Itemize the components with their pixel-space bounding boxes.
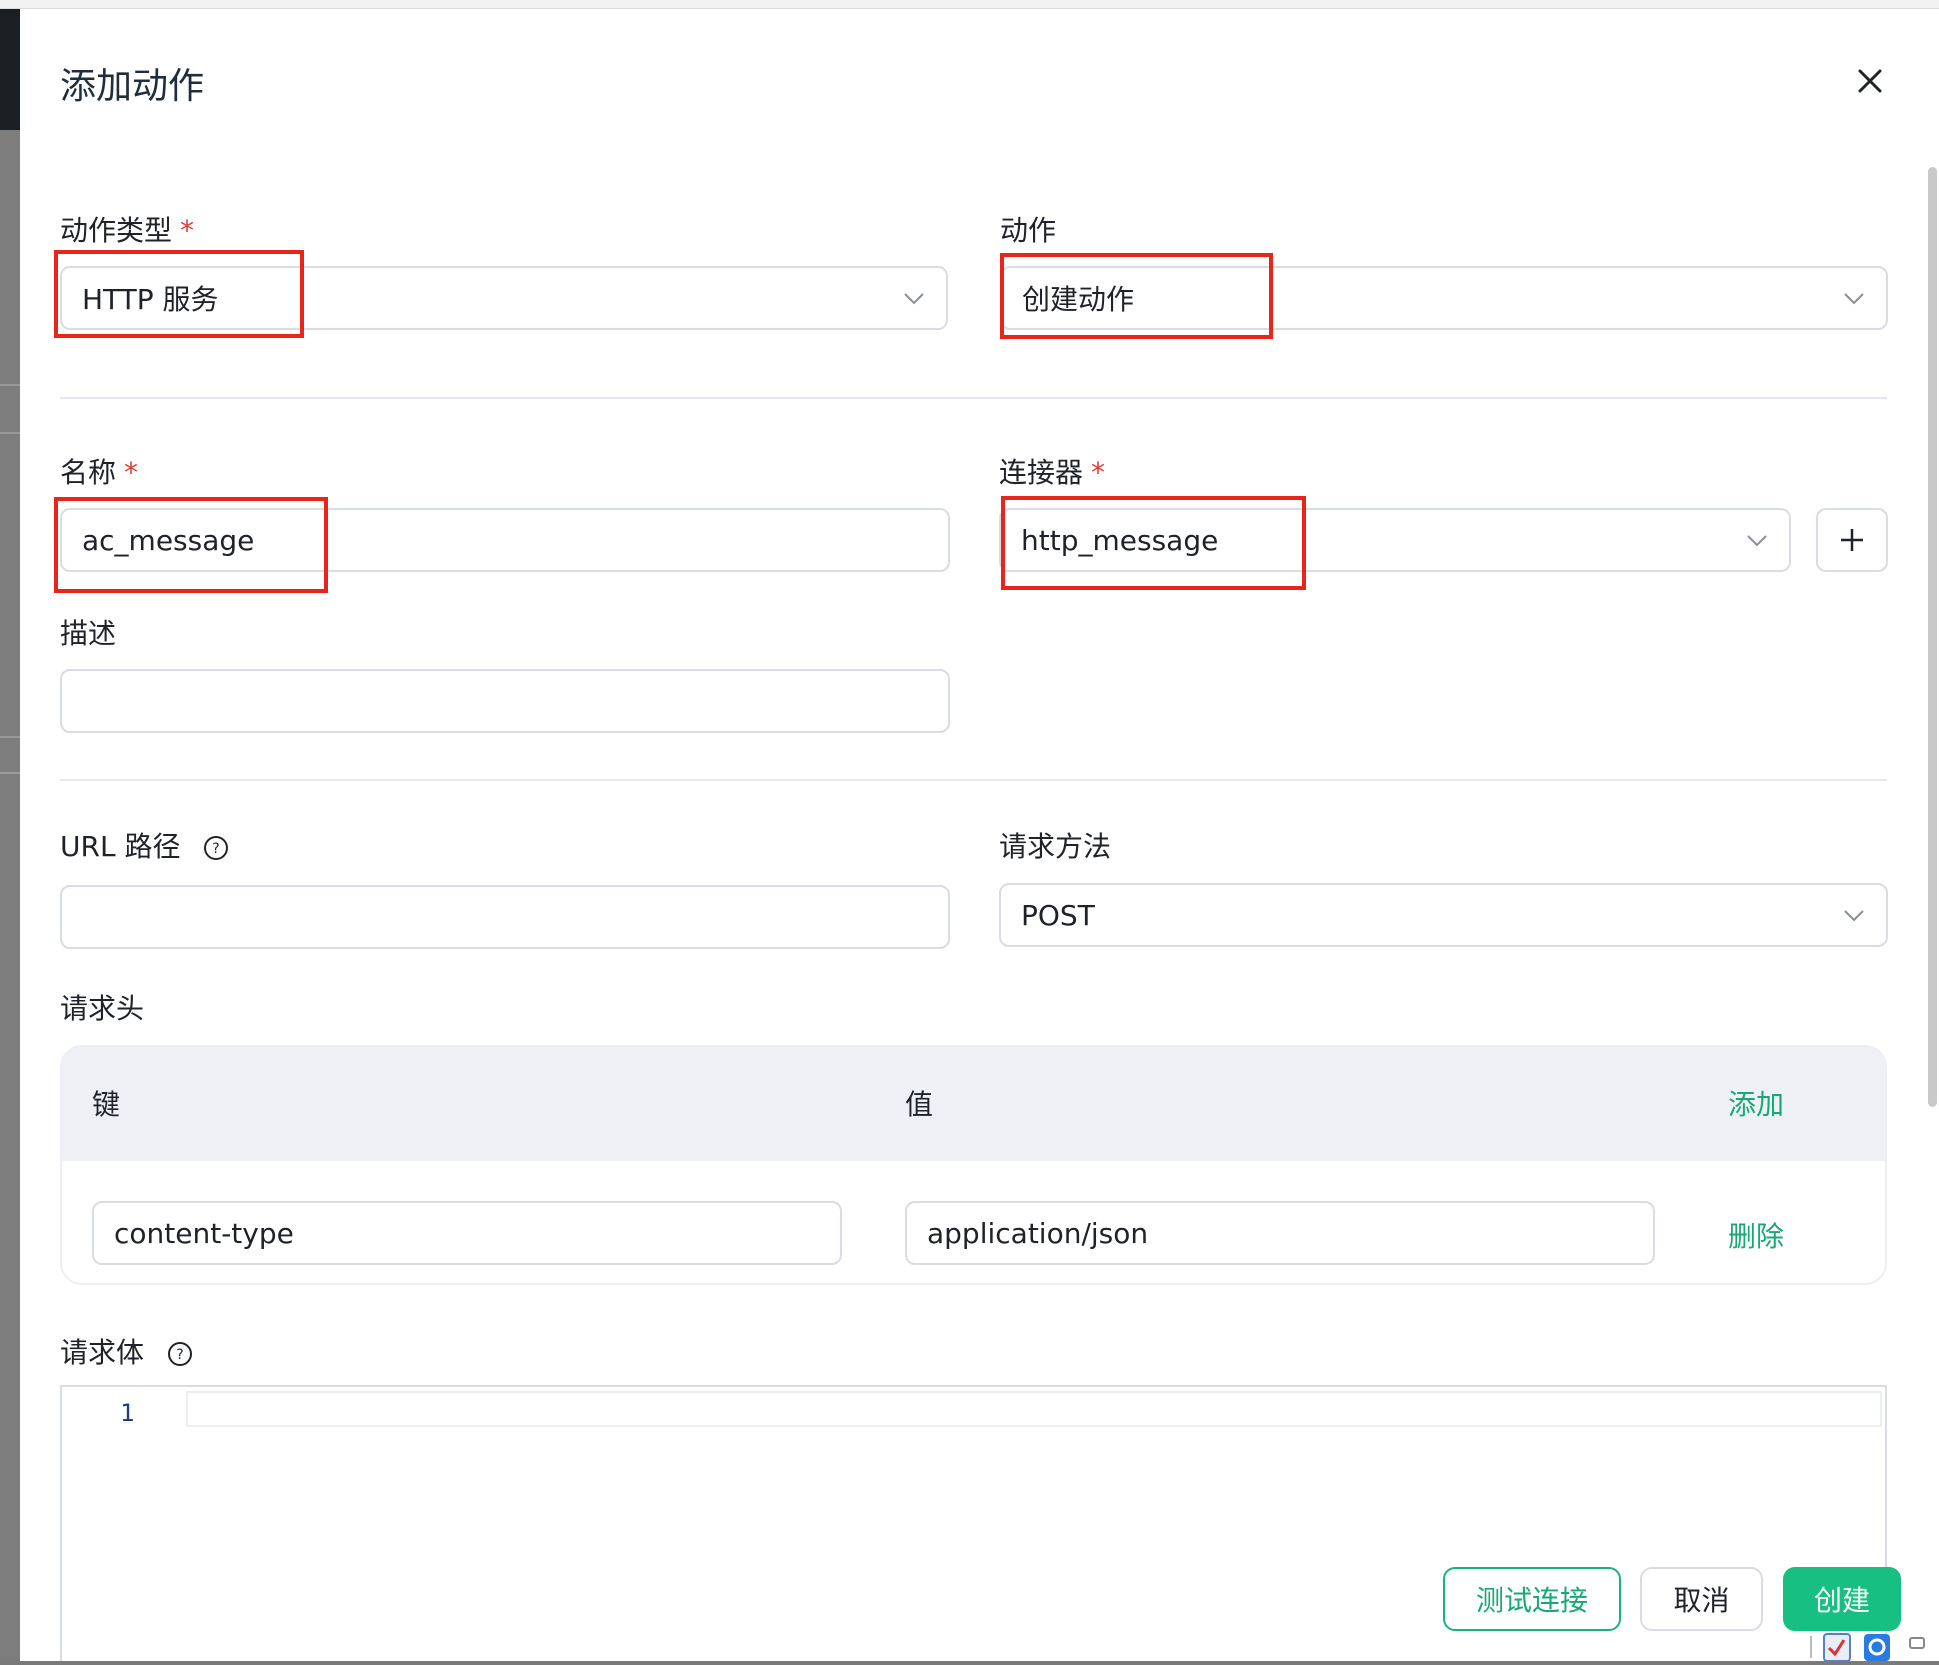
connector-select[interactable]: http_message [999, 508, 1791, 572]
document-icon [1823, 1633, 1851, 1662]
body-label: 请求体 ? [60, 1331, 193, 1371]
background-divider [0, 736, 20, 738]
connector-label: 连接器 * [999, 456, 1106, 489]
name-input[interactable]: ac_message [60, 508, 950, 572]
method-select[interactable]: POST [999, 883, 1888, 947]
system-tray [1800, 1628, 1939, 1662]
chevron-down-icon [904, 293, 924, 305]
current-line [186, 1391, 1882, 1427]
cancel-button[interactable]: 取消 [1640, 1567, 1763, 1631]
headers-table: 键 值 添加 content-type application/json 删除 [60, 1045, 1887, 1285]
method-value: POST [1021, 898, 1095, 932]
connector-value: http_message [1021, 523, 1219, 557]
section-divider [60, 397, 1887, 399]
background-divider [0, 432, 20, 434]
section-divider [60, 779, 1887, 781]
add-connector-button[interactable] [1816, 508, 1888, 572]
action-type-label: 动作类型 * [60, 214, 195, 247]
column-value: 值 [905, 1088, 934, 1121]
help-icon[interactable]: ? [203, 835, 229, 861]
background-app [0, 0, 20, 1661]
svg-text:?: ? [176, 1347, 183, 1363]
action-type-select[interactable]: HTTP 服务 [60, 266, 948, 330]
create-button[interactable]: 创建 [1783, 1567, 1901, 1631]
background-header [0, 0, 20, 130]
top-strip [0, 0, 1939, 9]
required-mark: * [180, 214, 195, 247]
column-key: 键 [92, 1088, 121, 1121]
headers-label: 请求头 [60, 992, 145, 1025]
scrollbar[interactable] [1928, 167, 1937, 1107]
url-path-label: URL 路径 ? [60, 825, 229, 865]
name-label: 名称 * [60, 456, 139, 489]
name-value: ac_message [82, 523, 255, 557]
action-type-value: HTTP 服务 [82, 283, 219, 316]
add-action-dialog: 添加动作 动作类型 * HTTP 服务 动作 创建动作 名称 * ac_messag… [20, 9, 1939, 1661]
plus-icon [1841, 529, 1863, 551]
description-input[interactable] [60, 669, 950, 733]
app-icon [1864, 1634, 1890, 1661]
chevron-down-icon [1844, 910, 1864, 922]
close-icon[interactable] [1850, 61, 1890, 101]
header-value-input[interactable]: application/json [905, 1201, 1655, 1265]
background-divider [0, 384, 20, 386]
header-key-value: content-type [114, 1216, 294, 1250]
header-value-value: application/json [927, 1216, 1149, 1250]
test-connection-button[interactable]: 测试连接 [1443, 1567, 1621, 1631]
action-label: 动作 [1000, 214, 1057, 247]
background-divider [0, 772, 20, 774]
svg-text:?: ? [213, 841, 220, 857]
chevron-down-icon [1747, 535, 1767, 547]
headers-table-head [62, 1047, 1885, 1161]
action-value: 创建动作 [1022, 283, 1135, 316]
url-path-input[interactable] [60, 885, 950, 949]
delete-header-link[interactable]: 删除 [1728, 1215, 1784, 1255]
chevron-down-icon [1844, 293, 1864, 305]
method-label: 请求方法 [999, 830, 1112, 863]
required-mark: * [124, 456, 139, 489]
required-mark: * [1091, 456, 1106, 489]
help-icon[interactable]: ? [167, 1341, 193, 1367]
header-key-input[interactable]: content-type [92, 1201, 842, 1265]
dialog-title: 添加动作 [60, 66, 205, 107]
action-select[interactable]: 创建动作 [1000, 266, 1888, 330]
add-header-link[interactable]: 添加 [1728, 1083, 1784, 1123]
line-number: 1 [120, 1399, 135, 1427]
description-label: 描述 [60, 617, 117, 650]
